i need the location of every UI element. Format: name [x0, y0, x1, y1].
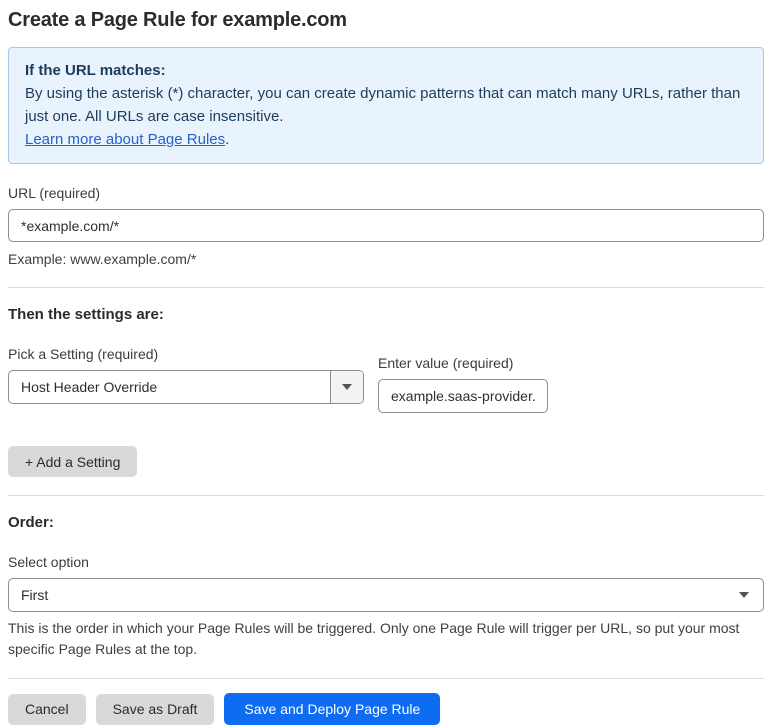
setting-value-input[interactable] [378, 379, 548, 413]
learn-more-link[interactable]: Learn more about Page Rules [25, 131, 225, 148]
order-heading: Order: [8, 514, 54, 531]
save-draft-button[interactable]: Save as Draft [95, 693, 215, 725]
url-match-info-box: If the URL matches: By using the asteris… [8, 47, 764, 164]
enter-value-label: Enter value (required) [378, 355, 514, 371]
url-input[interactable] [8, 209, 764, 242]
info-box-link-line: Learn more about Page Rules. [25, 128, 747, 151]
pick-setting-column: Pick a Setting (required) Host Header Ov… [8, 346, 364, 404]
setting-select[interactable]: Host Header Override [8, 370, 364, 404]
save-deploy-button[interactable]: Save and Deploy Page Rule [224, 693, 441, 725]
divider [8, 495, 764, 496]
url-label: URL (required) [8, 185, 101, 201]
setting-row: Pick a Setting (required) Host Header Ov… [8, 346, 764, 413]
chevron-down-icon [342, 384, 352, 390]
page-title: Create a Page Rule for example.com [8, 9, 347, 31]
divider [8, 678, 764, 679]
add-setting-button[interactable]: + Add a Setting [8, 446, 138, 477]
setting-select-value: Host Header Override [21, 379, 158, 395]
pick-setting-label: Pick a Setting (required) [8, 346, 159, 362]
order-select-value: First [21, 587, 49, 603]
footer-actions: Cancel Save as Draft Save and Deploy Pag… [8, 693, 764, 725]
link-suffix: . [225, 131, 230, 148]
page-rule-form: Create a Page Rule for example.com If th… [0, 0, 772, 725]
order-select-label: Select option [8, 554, 89, 570]
cancel-button[interactable]: Cancel [8, 693, 86, 725]
url-example-helper: Example: www.example.com/* [8, 251, 197, 267]
setting-select-arrow-button[interactable] [330, 371, 363, 403]
settings-heading: Then the settings are: [8, 306, 164, 323]
info-box-body: By using the asterisk (*) character, you… [25, 85, 741, 125]
order-select[interactable]: First [8, 578, 764, 612]
order-helper-text: This is the order in which your Page Rul… [8, 620, 740, 657]
info-box-heading: If the URL matches: [25, 62, 166, 79]
chevron-down-icon [739, 592, 749, 598]
divider [8, 287, 764, 288]
enter-value-column: Enter value (required) [378, 355, 548, 413]
